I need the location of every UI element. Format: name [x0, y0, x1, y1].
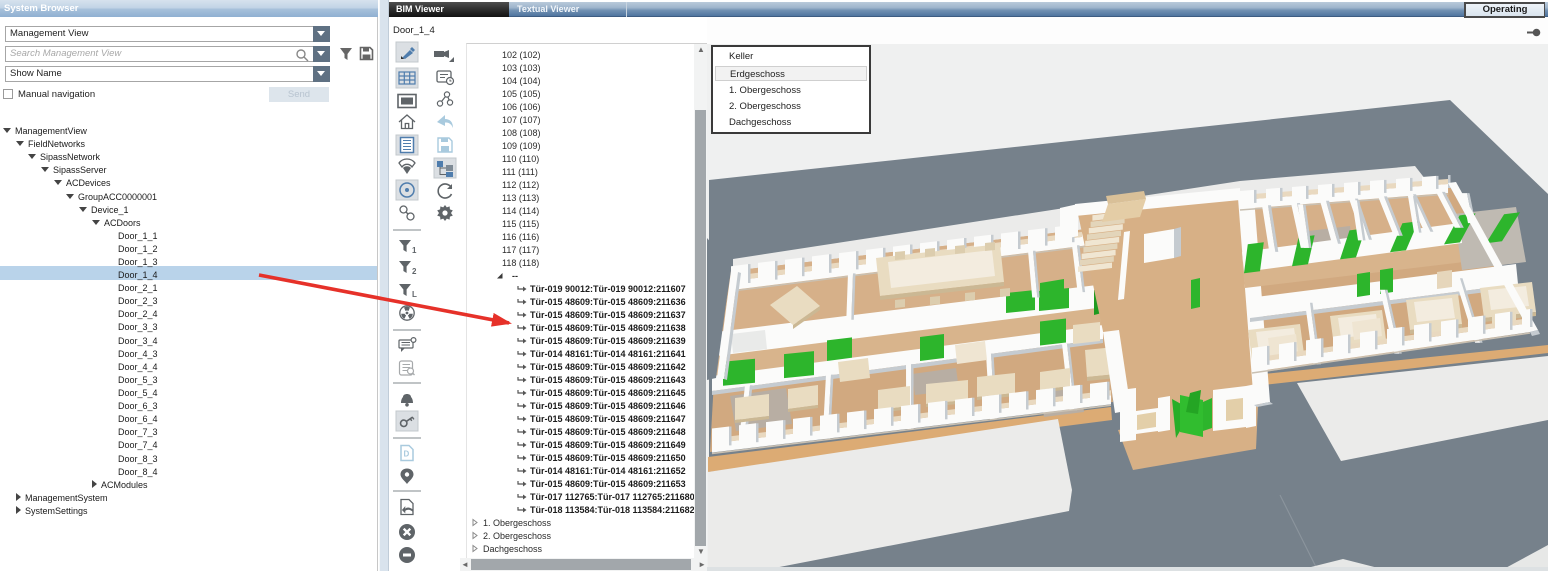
svg-text:D: D [404, 450, 410, 459]
svg-text:2: 2 [412, 267, 417, 276]
svg-text:1: 1 [412, 246, 417, 255]
svg-text:L: L [412, 290, 417, 299]
